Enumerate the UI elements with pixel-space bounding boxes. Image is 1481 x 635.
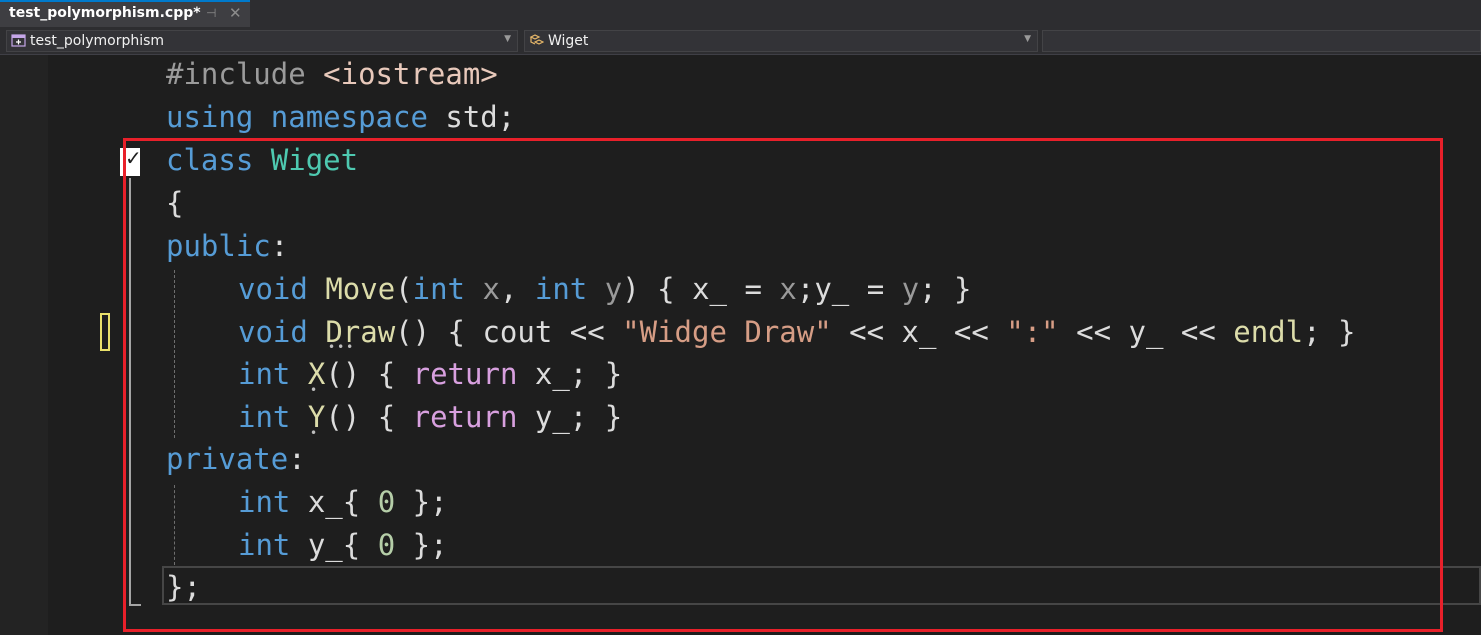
preprocessor-directive: #include xyxy=(166,57,306,91)
chevron-down-icon: ▼ xyxy=(504,34,511,44)
project-scope-dropdown[interactable]: test_polymorphism ▼ xyxy=(6,30,518,52)
close-icon[interactable]: ✕ xyxy=(229,4,242,22)
tab-test-polymorphism[interactable]: test_polymorphism.cpp* ⊣ ✕ xyxy=(0,0,250,27)
editor-gutter xyxy=(0,55,48,635)
navigation-bar: test_polymorphism ▼ Wiget ▼ xyxy=(0,27,1481,55)
project-icon xyxy=(11,34,26,47)
unsaved-change-marker xyxy=(100,313,110,351)
keyword: namespace xyxy=(270,100,428,134)
keyword: using xyxy=(166,100,254,134)
pin-icon[interactable]: ⊣ xyxy=(206,6,216,20)
class-icon xyxy=(529,34,544,45)
type-scope-dropdown[interactable]: Wiget ▼ xyxy=(524,30,1038,52)
chevron-down-icon: ▼ xyxy=(1024,34,1031,44)
project-scope-label: test_polymorphism xyxy=(30,33,165,49)
type-scope-label: Wiget xyxy=(548,33,589,49)
tab-title: test_polymorphism.cpp* xyxy=(9,5,201,21)
include-path: <iostream> xyxy=(323,57,498,91)
code-line-1[interactable]: #include <iostream> xyxy=(166,53,498,95)
identifier: std; xyxy=(445,100,516,134)
code-line-2[interactable]: using namespace std; xyxy=(166,96,515,138)
tab-strip: test_polymorphism.cpp* ⊣ ✕ xyxy=(0,0,1481,27)
annotation-highlight-box xyxy=(123,138,1443,632)
member-scope-dropdown[interactable] xyxy=(1042,30,1481,52)
